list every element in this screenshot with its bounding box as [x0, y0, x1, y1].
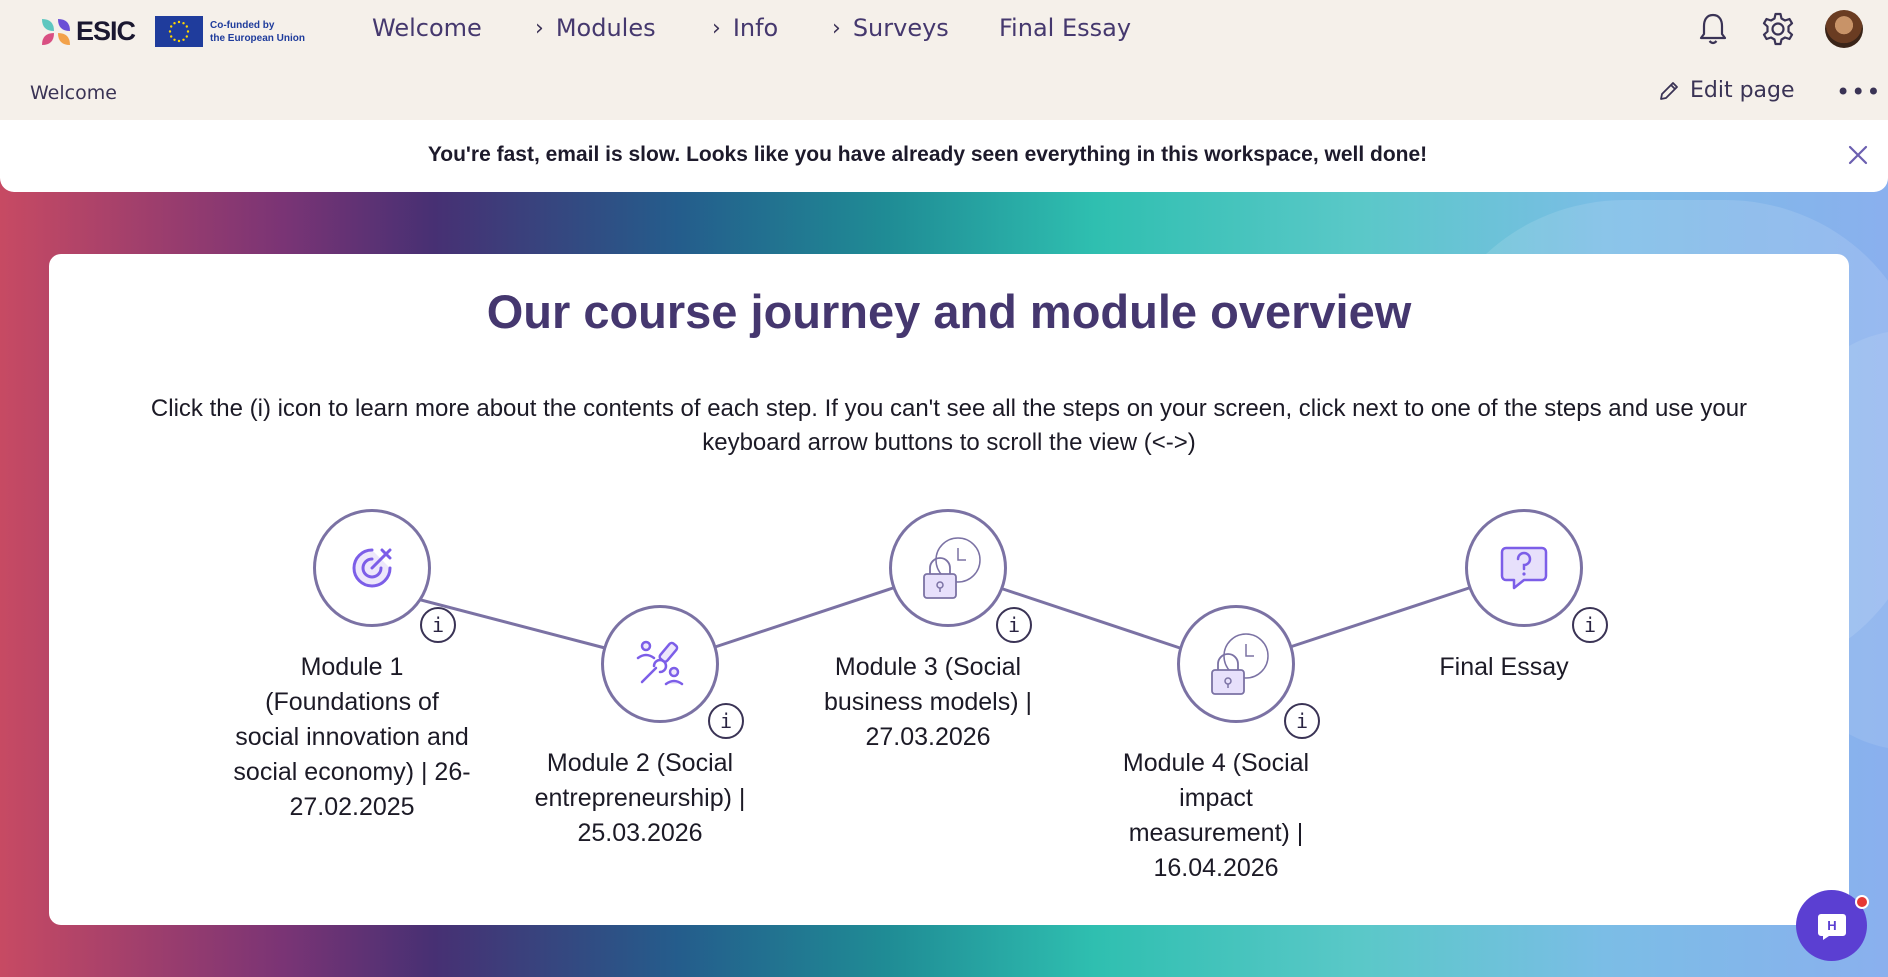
tools-people-icon — [636, 640, 684, 686]
info-icon: i — [431, 613, 445, 637]
close-icon[interactable] — [1847, 144, 1869, 166]
chevron-right-icon: › — [832, 15, 841, 41]
module-4-step[interactable] — [1177, 605, 1295, 723]
module-1-label: Module 1 (Foundations of social innovati… — [233, 653, 471, 821]
module-2-label: Module 2 (Social entrepreneurship) | 25.… — [534, 749, 746, 847]
nav-item-welcome-label: Welcome — [372, 14, 482, 42]
module-1-step[interactable] — [313, 509, 431, 627]
chevron-right-icon: › — [712, 15, 721, 41]
course-journey-card: Our course journey and module overview C… — [49, 254, 1849, 925]
eu-text-line2: the European Union — [210, 32, 305, 44]
sub-navigation — [0, 62, 1888, 120]
module-3-step[interactable] — [889, 509, 1007, 627]
module-3-label: Module 3 (Social business models) | 27.0… — [824, 653, 1032, 751]
nav-item-modules-label: Modules — [555, 14, 656, 42]
final-essay-label: Final Essay — [1439, 653, 1569, 681]
bell-icon[interactable] — [1694, 10, 1732, 48]
module-3-info-button[interactable]: i — [996, 607, 1032, 643]
gear-icon[interactable] — [1759, 10, 1797, 48]
nav-item-info[interactable]: › Info — [712, 14, 778, 42]
module-2-step[interactable] — [601, 605, 719, 723]
lock-clock-icon — [923, 537, 981, 599]
eu-flag-icon — [155, 16, 203, 47]
module-4-info-button[interactable]: i — [1284, 703, 1320, 739]
nav-item-info-label: Info — [732, 14, 779, 42]
breadcrumb-welcome[interactable]: Welcome — [30, 82, 117, 104]
final-essay-step[interactable] — [1465, 509, 1583, 627]
chat-icon-glyph: H — [1827, 918, 1836, 933]
chat-icon: H — [1817, 913, 1846, 940]
user-avatar[interactable] — [1825, 10, 1863, 48]
nav-item-final-essay[interactable]: Final Essay — [999, 14, 1131, 42]
banner-message: You're fast, email is slow. Looks like y… — [427, 143, 1428, 166]
lock-clock-icon — [1211, 633, 1269, 695]
nav-item-modules[interactable]: › Modules — [535, 14, 656, 42]
module-2-info-button[interactable]: i — [708, 703, 744, 739]
module-4-label: Module 4 (Social impact measurement) | 1… — [1122, 749, 1310, 882]
nav-item-surveys-label: Surveys — [852, 14, 949, 42]
chevron-right-icon: › — [535, 15, 544, 41]
eu-funding-text: Co-funded by the European Union — [210, 19, 305, 45]
question-bubble-icon — [1500, 546, 1548, 590]
nav-item-final-essay-label: Final Essay — [999, 14, 1132, 42]
info-icon: i — [719, 709, 733, 733]
nav-item-surveys[interactable]: › Surveys — [832, 14, 949, 42]
esic-logo-icon — [42, 19, 70, 45]
top-navigation: ESIC Co-funded by the European Union Wel… — [0, 0, 1888, 62]
info-icon: i — [1583, 613, 1597, 637]
course-journey-timeline[interactable]: i Module 1 (Foundations of social innova… — [49, 254, 1849, 925]
module-1-info-button[interactable]: i — [420, 607, 456, 643]
pencil-icon — [1660, 81, 1678, 100]
edit-page-button[interactable]: Edit page — [1658, 78, 1795, 103]
notification-dot — [1855, 895, 1869, 909]
final-essay-info-button[interactable]: i — [1572, 607, 1608, 643]
info-icon: i — [1007, 613, 1021, 637]
esic-logo[interactable]: ESIC — [40, 15, 136, 47]
logo-text: ESIC — [76, 15, 136, 46]
more-options-button[interactable]: ••• — [1836, 78, 1881, 106]
eu-funding-logo: Co-funded by the European Union — [155, 16, 305, 47]
nav-item-welcome[interactable]: Welcome — [372, 14, 482, 42]
info-icon: i — [1295, 709, 1309, 733]
target-icon — [352, 548, 392, 588]
notification-banner: You're fast, email is slow. Looks like y… — [0, 120, 1888, 192]
eu-text-line1: Co-funded by — [210, 19, 275, 31]
edit-page-label: Edit page — [1690, 78, 1795, 103]
